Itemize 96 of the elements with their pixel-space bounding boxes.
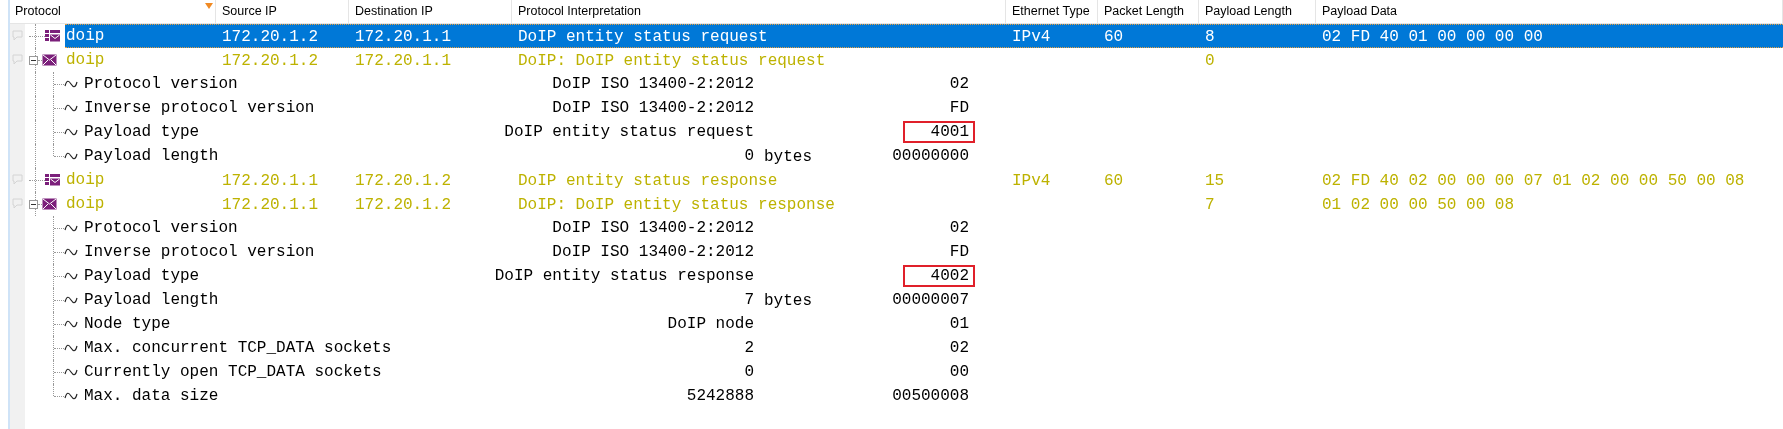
protocol-cell-text: doip <box>65 26 106 47</box>
column-header[interactable]: Protocol <box>10 0 216 23</box>
hex-value: 02 <box>949 74 970 95</box>
protocol-cell-text: doip <box>65 50 106 71</box>
payload-data-cell: 02 FD 40 01 00 00 00 00 <box>1322 27 1543 46</box>
field-name: Node type <box>84 314 172 335</box>
wave-icon <box>64 248 78 256</box>
table-cell: 60 <box>1104 27 1124 46</box>
field-value: 2 <box>744 338 754 359</box>
hex-value: 00 <box>949 362 970 383</box>
field-name: Protocol version <box>84 74 239 95</box>
field-unit: bytes <box>764 291 812 310</box>
wave-icon <box>64 104 78 112</box>
comment-icon <box>12 54 23 65</box>
selected-row[interactable]: doip 172.20.1.2 172.20.1.1 DoIP entity status request IPv4 60 8 02 FD 40 01 00 00 00 00 <box>65 24 1783 48</box>
table-cell: 8 <box>1205 27 1215 46</box>
collapse-toggle[interactable] <box>29 199 38 209</box>
field-name: Payload type <box>84 266 201 287</box>
column-header[interactable]: Packet Length <box>1098 0 1199 23</box>
protocol-cell-text: doip <box>65 194 106 215</box>
ip-cell: 172.20.1.1 <box>355 27 451 46</box>
table-cell: 7 <box>1205 195 1215 214</box>
wave-icon <box>64 152 78 160</box>
field-value: 0 <box>744 146 754 167</box>
wave-icon <box>64 80 78 88</box>
field-value: 0 <box>744 362 754 383</box>
envelope-icon <box>42 54 57 66</box>
field-value: 5242888 <box>686 386 754 407</box>
field-value: DoIP ISO 13400-2:2012 <box>552 242 754 263</box>
hex-value: 4002 <box>902 265 975 287</box>
wave-icon <box>64 296 78 304</box>
field-value: DoIP ISO 13400-2:2012 <box>552 98 754 119</box>
field-name: Inverse protocol version <box>84 242 316 263</box>
wave-icon <box>64 392 78 400</box>
field-name: Max. concurrent TCP_DATA sockets <box>84 338 393 359</box>
field-name: Max. data size <box>84 386 220 407</box>
field-value: DoIP ISO 13400-2:2012 <box>552 218 754 239</box>
hex-value: FD <box>949 98 970 119</box>
comment-icon <box>12 30 23 41</box>
packet-icon <box>45 174 60 186</box>
ip-cell: 172.20.1.1 <box>222 171 318 190</box>
wave-icon <box>64 128 78 136</box>
comment-icon <box>12 174 23 185</box>
column-header[interactable]: Source IP <box>216 0 349 23</box>
wave-icon <box>64 224 78 232</box>
table-cell: 15 <box>1205 171 1225 190</box>
interpretation-cell: DoIP entity status response <box>518 171 778 190</box>
hex-value: 02 <box>949 338 970 359</box>
field-name: Payload type <box>84 122 201 143</box>
field-unit: bytes <box>764 147 812 166</box>
field-name: Inverse protocol version <box>84 98 316 119</box>
payload-data-cell: 01 02 00 00 50 00 08 <box>1322 195 1515 214</box>
wave-icon <box>64 368 78 376</box>
field-name: Payload length <box>84 146 220 167</box>
field-name: Payload length <box>84 290 220 311</box>
comment-icon <box>12 198 23 209</box>
field-name: Currently open TCP_DATA sockets <box>84 362 383 383</box>
field-value: DoIP entity status response <box>494 266 754 287</box>
hex-value: 02 <box>949 218 970 239</box>
packet-icon <box>45 30 60 42</box>
column-header[interactable]: Payload Data <box>1316 0 1783 23</box>
field-value: DoIP node <box>667 314 754 335</box>
interpretation-cell: DoIP: DoIP entity status request <box>518 51 826 70</box>
field-name: Protocol version <box>84 218 239 239</box>
table-cell: IPv4 <box>1012 171 1051 190</box>
hex-value: 00500008 <box>892 386 970 407</box>
interpretation-cell: DoIP: DoIP entity status response <box>518 195 835 214</box>
column-header[interactable]: Ethernet Type <box>1006 0 1098 23</box>
wave-icon <box>64 320 78 328</box>
hex-value: 00000000 <box>892 146 970 167</box>
hex-value: FD <box>949 242 970 263</box>
field-value: 7 <box>744 290 754 311</box>
ip-cell: 172.20.1.2 <box>222 51 318 70</box>
table-cell: 0 <box>1205 51 1215 70</box>
envelope-icon <box>42 198 57 210</box>
interpretation-cell: DoIP entity status request <box>518 27 768 46</box>
hex-value: 00000007 <box>892 290 970 311</box>
ip-cell: 172.20.1.2 <box>355 195 451 214</box>
field-value: DoIP entity status request <box>504 122 754 143</box>
table-cell: 60 <box>1104 171 1124 190</box>
hex-value: 4001 <box>902 121 975 143</box>
payload-data-cell: 02 FD 40 02 00 00 00 07 01 02 00 00 50 00 08 <box>1322 171 1745 190</box>
column-header[interactable]: Destination IP <box>349 0 512 23</box>
ip-cell: 172.20.1.1 <box>222 195 318 214</box>
ip-cell: 172.20.1.2 <box>355 171 451 190</box>
field-value: DoIP ISO 13400-2:2012 <box>552 74 754 95</box>
hex-value: 01 <box>949 314 970 335</box>
collapse-toggle[interactable] <box>29 55 38 65</box>
protocol-cell-text: doip <box>65 170 106 191</box>
column-header[interactable]: Payload Length <box>1199 0 1316 23</box>
wave-icon <box>64 344 78 352</box>
table-cell: IPv4 <box>1012 27 1051 46</box>
ip-cell: 172.20.1.1 <box>355 51 451 70</box>
column-header[interactable]: Protocol Interpretation <box>512 0 1006 23</box>
ip-cell: 172.20.1.2 <box>222 27 318 46</box>
wave-icon <box>64 272 78 280</box>
